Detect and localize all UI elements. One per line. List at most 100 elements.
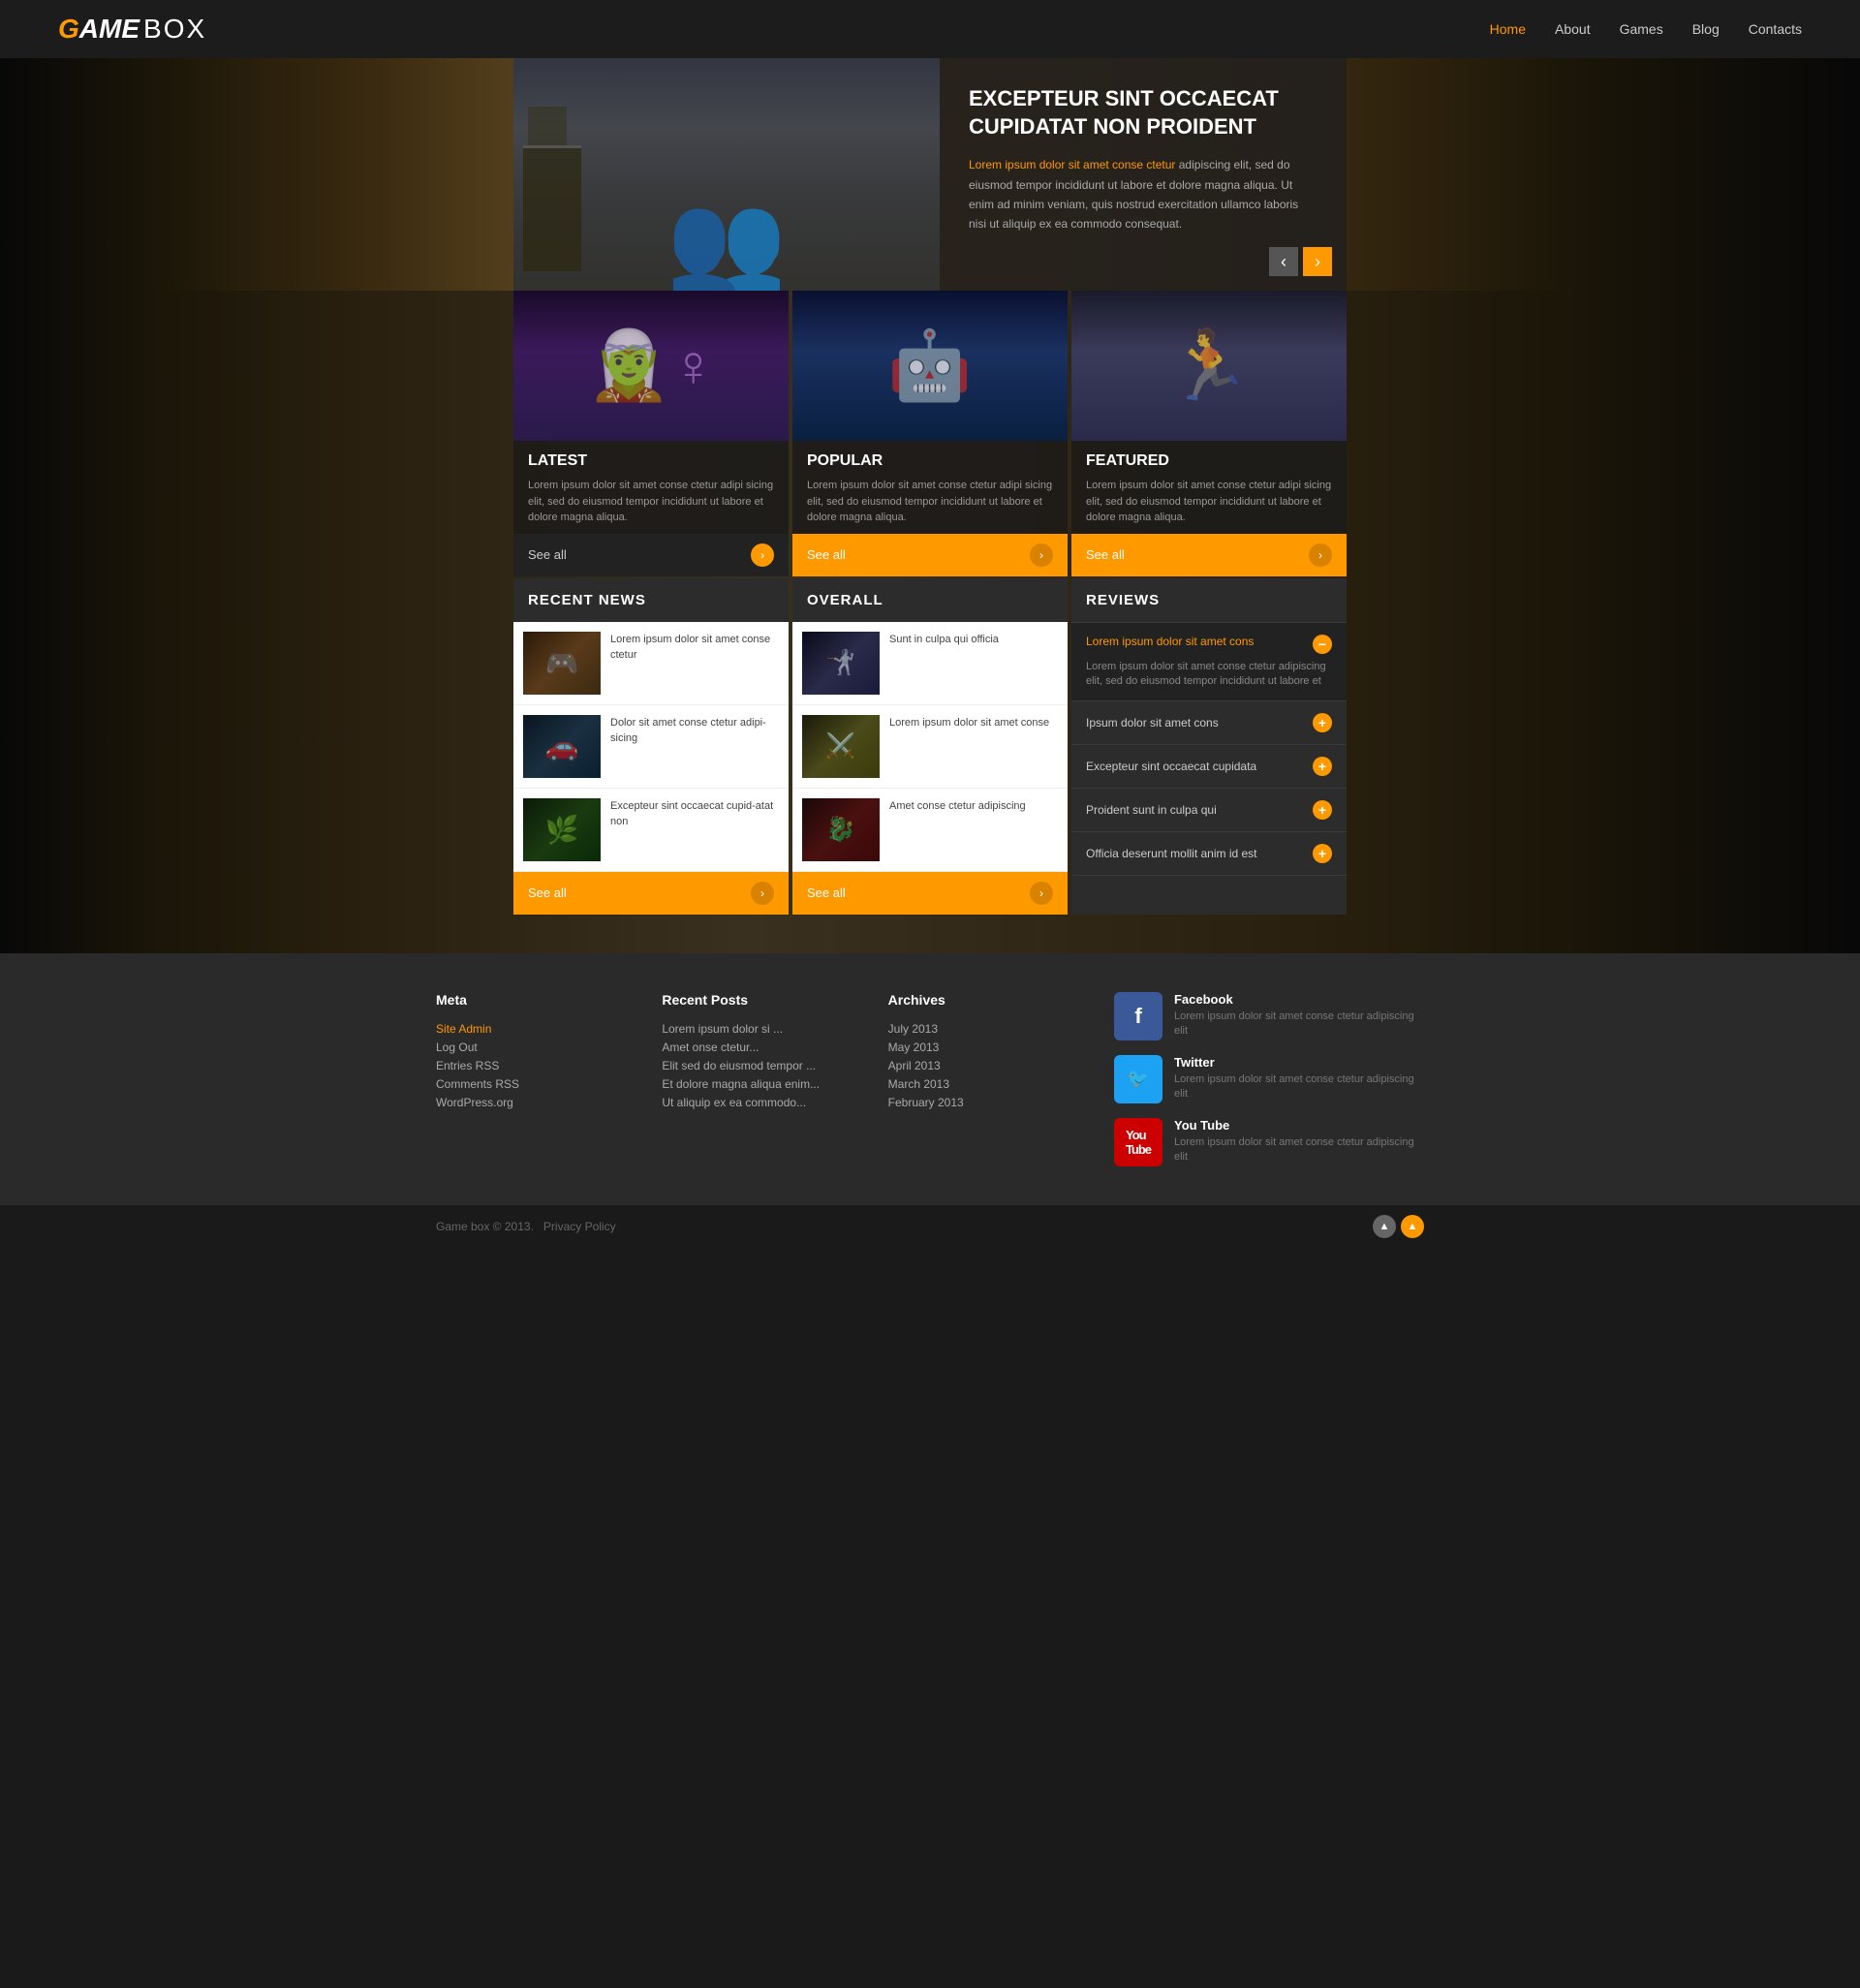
footer-content: Meta Site Admin Log Out Entries RSS Comm… [417, 992, 1443, 1181]
overall-text-3: Amet conse ctetur adipiscing [889, 798, 1026, 861]
hero-right-decor [1347, 58, 1443, 291]
youtube-text: You Tube Lorem ipsum dolor sit amet cons… [1174, 1118, 1424, 1165]
reviews-column: REVIEWS Lorem ipsum dolor sit amet cons … [1071, 578, 1347, 915]
review-minus-icon: − [1313, 635, 1332, 654]
youtube-name: You Tube [1174, 1118, 1424, 1133]
facebook-desc: Lorem ipsum dolor sit amet conse ctetur … [1174, 1010, 1424, 1040]
nav-home[interactable]: Home [1490, 21, 1526, 37]
footer-archives-column: Archives July 2013 May 2013 April 2013 M… [888, 992, 1095, 1181]
hero-desc: Lorem ipsum dolor sit amet conse ctetur … [969, 155, 1318, 234]
overall-item-3: 🐉 Amet conse ctetur adipiscing [792, 789, 1068, 872]
content-row: RECENT NEWS 🎮 Lorem ipsum dolor sit amet… [513, 578, 1347, 915]
nav-games[interactable]: Games [1620, 21, 1663, 37]
hero-text-panel: EXCEPTEUR SINT OCCAECAT CUPIDATAT NON PR… [940, 58, 1347, 291]
logo: G AME BOX [58, 14, 206, 45]
hero-section: 👥 EXCEPTEUR SINT OCCAECAT CUPIDATAT NON … [0, 58, 1860, 291]
logo-ame: AME [79, 14, 140, 45]
footer-post-5-link[interactable]: Ut aliquip ex ea commodo... [662, 1096, 868, 1109]
latest-see-all-label: See all [528, 547, 567, 562]
overall-header: OVERALL [792, 578, 1068, 622]
footer-archive-4-link[interactable]: March 2013 [888, 1077, 1095, 1091]
news-text-1: Lorem ipsum dolor sit amet conse ctetur [610, 632, 779, 695]
footer-archive-2-link[interactable]: May 2013 [888, 1041, 1095, 1054]
footer-archive-5-link[interactable]: February 2013 [888, 1096, 1095, 1109]
overall-thumb-2: ⚔️ [802, 715, 880, 778]
facebook-icon: f [1114, 992, 1162, 1041]
hero-next-button[interactable]: › [1303, 247, 1332, 276]
nav-blog[interactable]: Blog [1692, 21, 1720, 37]
footer-archives-title: Archives [888, 992, 1095, 1008]
popular-card-image: 🤖 [792, 291, 1068, 441]
footer-post-3-link[interactable]: Elit sed do eiusmod tempor ... [662, 1059, 868, 1072]
review-active-title: Lorem ipsum dolor sit amet cons [1086, 635, 1305, 648]
latest-card-desc: Lorem ipsum dolor sit amet conse ctetur … [528, 478, 774, 526]
popular-card-body: POPULAR Lorem ipsum dolor sit amet conse… [792, 441, 1068, 534]
content-columns: RECENT NEWS 🎮 Lorem ipsum dolor sit amet… [417, 578, 1443, 915]
footer-post-1-link[interactable]: Lorem ipsum dolor si ... [662, 1022, 868, 1036]
footer-post-2-link[interactable]: Amet onse ctetur... [662, 1041, 868, 1054]
featured-card: 🏃 FEATURED Lorem ipsum dolor sit amet co… [1071, 291, 1347, 576]
footer-meta-title: Meta [436, 992, 642, 1008]
content-section: RECENT NEWS 🎮 Lorem ipsum dolor sit amet… [0, 576, 1860, 953]
review-active-desc: Lorem ipsum dolor sit amet conse ctetur … [1086, 660, 1332, 690]
scroll-down-button[interactable]: ▲ [1401, 1215, 1424, 1238]
featured-card-image: 🏃 [1071, 291, 1347, 441]
footer-copyright-area: Game box © 2013. Privacy Policy [436, 1220, 616, 1233]
hero-left-decor [417, 58, 513, 291]
review-active-item[interactable]: Lorem ipsum dolor sit amet cons − Lorem … [1071, 623, 1347, 702]
footer-comments-rss-link[interactable]: Comments RSS [436, 1077, 642, 1091]
hero-title: EXCEPTEUR SINT OCCAECAT CUPIDATAT NON PR… [969, 85, 1318, 140]
review-item-4[interactable]: Officia deserunt mollit anim id est + [1071, 832, 1347, 876]
news-see-all-label: See all [528, 885, 567, 900]
overall-column: OVERALL 🤺 Sunt in culpa qui officia ⚔️ L… [792, 578, 1068, 915]
overall-arrow-icon: › [1030, 882, 1053, 905]
youtube-desc: Lorem ipsum dolor sit amet conse ctetur … [1174, 1135, 1424, 1165]
news-item-3: 🌿 Excepteur sint occaecat cupid-atat non [513, 789, 789, 872]
footer-entries-rss-link[interactable]: Entries RSS [436, 1059, 642, 1072]
overall-thumb-1: 🤺 [802, 632, 880, 695]
popular-card-desc: Lorem ipsum dolor sit amet conse ctetur … [807, 478, 1053, 526]
review-item-2-label: Excepteur sint occaecat cupidata [1086, 760, 1256, 773]
review-item-2[interactable]: Excepteur sint occaecat cupidata + [1071, 745, 1347, 789]
scroll-up-button[interactable]: ▲ [1373, 1215, 1396, 1238]
hero-prev-button[interactable]: ‹ [1269, 247, 1298, 276]
featured-card-desc: Lorem ipsum dolor sit amet conse ctetur … [1086, 478, 1332, 526]
news-thumb-2: 🚗 [523, 715, 601, 778]
footer-logout-link[interactable]: Log Out [436, 1041, 642, 1054]
overall-see-all-label: See all [807, 885, 846, 900]
hero-navigation: ‹ › [1269, 247, 1332, 276]
youtube-icon: YouTube [1114, 1118, 1162, 1166]
review-plus-1-icon: + [1313, 713, 1332, 732]
latest-see-all-button[interactable]: See all › [513, 534, 789, 576]
nav-about[interactable]: About [1555, 21, 1591, 37]
twitter-text: Twitter Lorem ipsum dolor sit amet conse… [1174, 1055, 1424, 1103]
featured-card-body: FEATURED Lorem ipsum dolor sit amet cons… [1071, 441, 1347, 534]
review-item-1[interactable]: Ipsum dolor sit amet cons + [1071, 701, 1347, 745]
review-item-3[interactable]: Proident sunt in culpa qui + [1071, 789, 1347, 832]
logo-g: G [58, 14, 79, 45]
footer-archive-1-link[interactable]: July 2013 [888, 1022, 1095, 1036]
popular-see-all-label: See all [807, 547, 846, 562]
overall-see-all-button[interactable]: See all › [792, 872, 1068, 915]
nav-contacts[interactable]: Contacts [1749, 21, 1802, 37]
footer-recent-posts-column: Recent Posts Lorem ipsum dolor si ... Am… [662, 992, 868, 1181]
overall-title: OVERALL [807, 592, 884, 608]
reviews-title: REVIEWS [1086, 592, 1160, 608]
review-item-3-label: Proident sunt in culpa qui [1086, 803, 1217, 817]
review-plus-3-icon: + [1313, 800, 1332, 820]
footer-site-admin-link[interactable]: Site Admin [436, 1022, 642, 1036]
review-item-1-label: Ipsum dolor sit amet cons [1086, 716, 1219, 730]
popular-card-title: POPULAR [807, 452, 1053, 470]
news-see-all-button[interactable]: See all › [513, 872, 789, 915]
featured-see-all-button[interactable]: See all › [1071, 534, 1347, 576]
footer-privacy-link[interactable]: Privacy Policy [543, 1220, 616, 1233]
footer-wordpress-link[interactable]: WordPress.org [436, 1096, 642, 1109]
popular-see-all-button[interactable]: See all › [792, 534, 1068, 576]
footer-archive-3-link[interactable]: April 2013 [888, 1059, 1095, 1072]
footer-youtube-item: YouTube You Tube Lorem ipsum dolor sit a… [1114, 1118, 1424, 1166]
footer-recent-posts-title: Recent Posts [662, 992, 868, 1008]
news-arrow-icon: › [751, 882, 774, 905]
news-text-2: Dolor sit amet conse ctetur adipi-sicing [610, 715, 779, 778]
hero-content-wrap: 👥 EXCEPTEUR SINT OCCAECAT CUPIDATAT NON … [513, 58, 1347, 291]
footer-post-4-link[interactable]: Et dolore magna aliqua enim... [662, 1077, 868, 1091]
